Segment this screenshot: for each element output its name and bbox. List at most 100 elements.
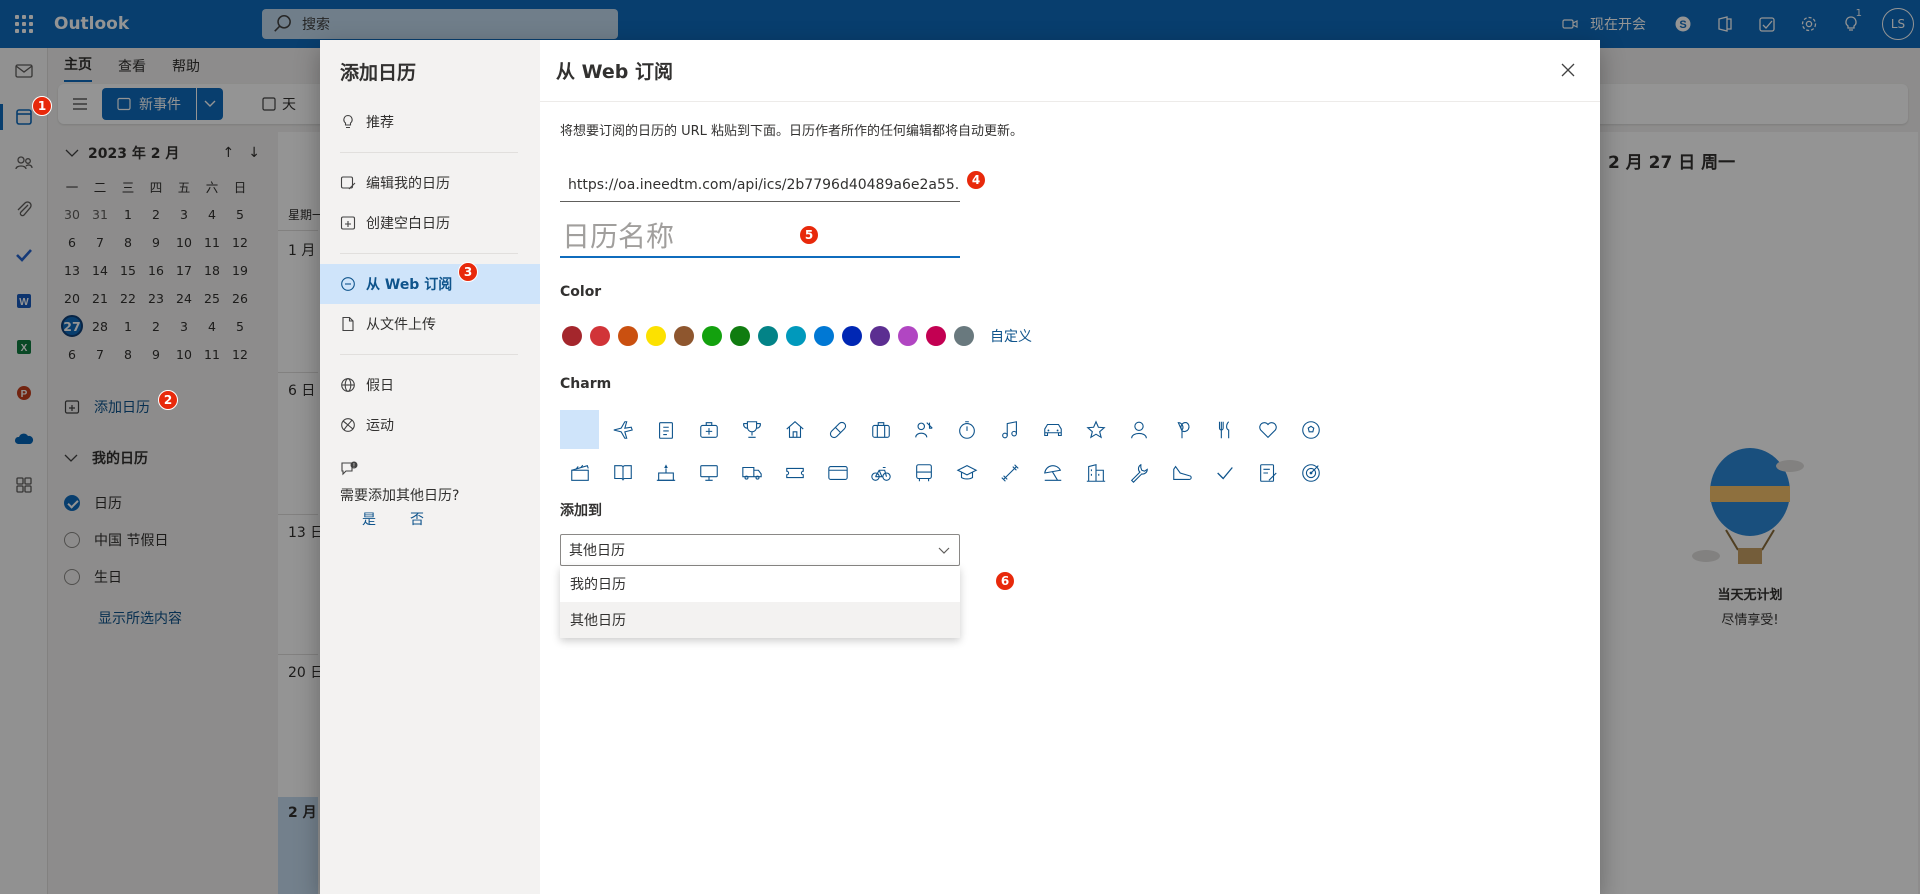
nav-item-subscribe-web[interactable]: 从 Web 订阅 (320, 264, 540, 304)
charm-soccer-ball[interactable] (1291, 410, 1330, 449)
color-swatch-cyan[interactable] (786, 326, 806, 346)
charm-monitor[interactable] (689, 453, 728, 492)
annotation-badge: 5 (799, 225, 819, 245)
nav-item-label: 从 Web 订阅 (366, 277, 453, 293)
feedback-no-link[interactable]: 否 (410, 509, 424, 529)
target-icon (1301, 463, 1320, 482)
color-swatch-dark-blue[interactable] (842, 326, 862, 346)
document-icon (342, 316, 354, 332)
custom-color-link[interactable]: 自定义 (990, 326, 1032, 346)
calendar-url-input[interactable]: https://oa.ineedtm.com/api/ics/2b7796d40… (560, 168, 960, 202)
charm-fork-knife[interactable] (1205, 410, 1244, 449)
cake-icon (656, 463, 675, 481)
color-swatch-brown[interactable] (674, 326, 694, 346)
charm-checkmark[interactable] (1205, 453, 1244, 492)
color-swatch-orange[interactable] (618, 326, 638, 346)
sports-ball-icon (341, 418, 355, 432)
charm-clapperboard[interactable] (560, 453, 599, 492)
charm-graduation-cap[interactable] (947, 453, 986, 492)
feedback-yes-link[interactable]: 是 (362, 509, 376, 529)
dumbbell-icon (1000, 463, 1019, 482)
charm-credit-card[interactable] (818, 453, 857, 492)
charm-airplane[interactable] (603, 410, 642, 449)
charm-book[interactable] (603, 453, 642, 492)
annotation-badge: 3 (458, 262, 478, 282)
charm-bus[interactable] (904, 453, 943, 492)
charm-clipboard[interactable] (646, 410, 685, 449)
charm-notepad[interactable] (1248, 453, 1287, 492)
nav-item-holidays[interactable]: 假日 (320, 365, 540, 405)
charm-truck[interactable] (732, 453, 771, 492)
nav-item-label: 创建空白日历 (366, 216, 450, 232)
charm-cake[interactable] (646, 453, 685, 492)
charm-none[interactable] (560, 410, 599, 449)
wrench-icon (1130, 463, 1148, 483)
color-swatch-yellow[interactable] (646, 326, 666, 346)
charm-umbrella-beach[interactable] (1033, 453, 1072, 492)
color-swatch-blue[interactable] (814, 326, 834, 346)
charm-stopwatch[interactable] (947, 410, 986, 449)
book-icon (613, 464, 632, 480)
subscribe-description: 将想要订阅的日历的 URL 粘贴到下面。日历作者所作的任何编辑都将自动更新。 (560, 124, 1024, 139)
annotation-badge: 2 (158, 390, 178, 410)
charm-building[interactable] (1076, 453, 1115, 492)
color-swatch-purple[interactable] (870, 326, 890, 346)
charm-person[interactable] (1119, 410, 1158, 449)
color-swatch-teal[interactable] (758, 326, 778, 346)
soccer-ball-icon (1301, 420, 1320, 439)
annotation-badge: 1 (32, 96, 52, 116)
nav-item-label: 运动 (366, 418, 394, 434)
color-section-label: Color (560, 284, 602, 300)
charm-people[interactable] (904, 410, 943, 449)
charm-ticket[interactable] (775, 453, 814, 492)
charm-target[interactable] (1291, 453, 1330, 492)
color-picker: 自定义 (562, 326, 1032, 346)
graduation-cap-icon (956, 464, 977, 480)
charm-briefcase[interactable] (861, 410, 900, 449)
close-icon[interactable] (1558, 60, 1578, 80)
nav-item-suggested[interactable]: 推荐 (320, 102, 540, 142)
nav-item-sports[interactable]: 运动 (320, 405, 540, 445)
calendar-name-input[interactable]: 日历名称 (560, 214, 960, 258)
charm-bicycle[interactable] (861, 453, 900, 492)
music-note-icon (1001, 420, 1017, 438)
dialog-nav-pane: 添加日历 推荐 编辑我的日历 创建空白日历 从 Web 订阅 从文件上传 假日 (320, 40, 540, 894)
charm-home[interactable] (775, 410, 814, 449)
charm-star[interactable] (1076, 410, 1115, 449)
charm-wrench[interactable] (1119, 453, 1158, 492)
umbrella-beach-icon (1043, 464, 1061, 481)
dropdown-option-my-calendars[interactable]: 我的日历 (560, 566, 960, 602)
color-swatch-green[interactable] (730, 326, 750, 346)
truck-icon (741, 466, 762, 480)
nav-item-upload-file[interactable]: 从文件上传 (320, 304, 540, 344)
car-icon (1043, 423, 1062, 436)
star-icon (1085, 419, 1106, 439)
color-swatch-red[interactable] (590, 326, 610, 346)
checkmark-icon (1216, 466, 1233, 479)
nav-divider (340, 152, 518, 153)
add-to-dropdown[interactable]: 其他日历 (560, 534, 960, 566)
credit-card-icon (827, 465, 848, 480)
charm-trophy[interactable] (732, 410, 771, 449)
charm-pill[interactable] (818, 410, 857, 449)
charm-dumbbell[interactable] (990, 453, 1029, 492)
building-icon (1086, 463, 1105, 482)
charm-shoe[interactable] (1162, 453, 1201, 492)
trophy-icon (742, 420, 761, 438)
heart-icon (1258, 421, 1277, 438)
color-swatch-dark-red[interactable] (562, 326, 582, 346)
charm-balloon[interactable] (1162, 410, 1201, 449)
color-swatch-gray[interactable] (954, 326, 974, 346)
nav-item-create-blank[interactable]: 创建空白日历 (320, 203, 540, 243)
color-swatch-light-green[interactable] (702, 326, 722, 346)
charm-music-note[interactable] (990, 410, 1029, 449)
charm-heart[interactable] (1248, 410, 1287, 449)
nav-item-edit-calendars[interactable]: 编辑我的日历 (320, 163, 540, 203)
nav-item-label: 推荐 (366, 115, 394, 131)
color-swatch-pink[interactable] (926, 326, 946, 346)
dialog-nav-title: 添加日历 (340, 62, 417, 84)
charm-medical-kit[interactable] (689, 410, 728, 449)
color-swatch-magenta[interactable] (898, 326, 918, 346)
charm-car[interactable] (1033, 410, 1072, 449)
dropdown-option-other-calendars[interactable]: 其他日历 (560, 602, 960, 638)
